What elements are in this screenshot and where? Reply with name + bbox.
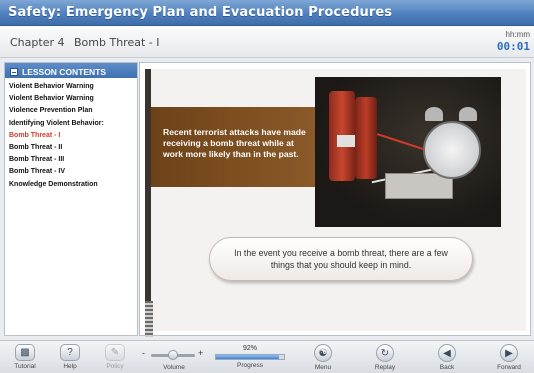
- volume-label: Volume: [163, 364, 185, 371]
- slide-stage: Recent terrorist attacks have made recei…: [145, 69, 526, 337]
- progress-label: Progress: [236, 362, 263, 369]
- lesson-item[interactable]: Bomb Threat - II: [9, 142, 137, 154]
- lesson-item-active[interactable]: Bomb Threat - I: [9, 130, 137, 142]
- lesson-title: Bomb Threat - I: [74, 36, 160, 49]
- policy-icon: ✎: [105, 344, 125, 361]
- lesson-item[interactable]: Violent Behavior Warning: [9, 93, 137, 105]
- lesson-item[interactable]: Identifying Violent Behavior:: [9, 118, 137, 130]
- progress-bar: [215, 354, 285, 360]
- help-icon: ?: [60, 344, 80, 361]
- forward-arrow-icon: ▶: [500, 344, 518, 362]
- policy-label: Policy: [106, 363, 124, 370]
- help-button[interactable]: ? Help: [55, 344, 85, 370]
- chapter-bar: Chapter 4 Bomb Threat - I hh:mm 00:01: [0, 26, 534, 58]
- window-title: Safety: Emergency Plan and Evacuation Pr…: [8, 5, 393, 20]
- callout-text: In the event you receive a bomb threat, …: [234, 248, 448, 270]
- replay-icon: ↻: [376, 344, 394, 362]
- lesson-item[interactable]: Bomb Threat - IV: [9, 166, 137, 178]
- back-button[interactable]: ◀ Back: [432, 344, 462, 371]
- menu-icon: ☯: [314, 344, 332, 362]
- menu-label: Menu: [314, 364, 332, 371]
- progress-indicator: 92% Progress: [214, 345, 286, 371]
- scroll-grip[interactable]: [145, 301, 153, 337]
- volume-plus[interactable]: +: [198, 348, 203, 358]
- replay-label: Replay: [374, 364, 396, 371]
- progress-fill: [216, 355, 279, 359]
- timer-label: hh:mm: [505, 30, 530, 39]
- alarm-clock-image: [423, 121, 481, 179]
- menu-button[interactable]: ☯ Menu: [308, 344, 338, 371]
- lesson-contents-header[interactable]: LESSON CONTENTS: [5, 63, 137, 78]
- slide-area: Recent terrorist attacks have made recei…: [139, 62, 531, 337]
- back-arrow-icon: ◀: [438, 344, 456, 362]
- bottom-toolbar: ▩ Tutorial ? Help ✎ Policy - + Volume 92…: [0, 340, 534, 373]
- volume-knob[interactable]: [168, 350, 178, 360]
- forward-label: Forward: [497, 364, 521, 371]
- chapter-label: Chapter 4: [10, 36, 65, 49]
- lesson-list: Violent Behavior Warning Violent Behavio…: [5, 78, 137, 191]
- progress-percent: 92%: [242, 345, 257, 352]
- intro-text: Recent terrorist attacks have made recei…: [163, 127, 306, 159]
- tutorial-label: Tutorial: [14, 363, 36, 370]
- collapse-icon[interactable]: [10, 67, 18, 76]
- replay-button[interactable]: ↻ Replay: [370, 344, 400, 371]
- timer-value: 00:01: [496, 40, 530, 53]
- lesson-contents-panel: LESSON CONTENTS Violent Behavior Warning…: [4, 62, 138, 336]
- bomb-photo: [315, 77, 501, 227]
- lesson-item[interactable]: Bomb Threat - III: [9, 154, 137, 166]
- app-window: Safety: Emergency Plan and Evacuation Pr…: [0, 0, 534, 373]
- intro-band: Recent terrorist attacks have made recei…: [151, 107, 315, 187]
- volume-control[interactable]: - + Volume: [142, 347, 206, 371]
- tutorial-icon: ▩: [15, 344, 35, 361]
- back-label: Back: [439, 364, 455, 371]
- lesson-item[interactable]: Violent Behavior Warning: [9, 81, 137, 93]
- lesson-contents-title: LESSON CONTENTS: [22, 66, 107, 77]
- title-bar: Safety: Emergency Plan and Evacuation Pr…: [0, 0, 534, 26]
- lesson-item[interactable]: Violence Prevention Plan: [9, 105, 137, 117]
- help-label: Help: [63, 363, 77, 370]
- tutorial-button[interactable]: ▩ Tutorial: [10, 344, 40, 370]
- volume-minus[interactable]: -: [142, 348, 145, 358]
- callout-bubble: In the event you receive a bomb threat, …: [209, 237, 473, 281]
- forward-button[interactable]: ▶ Forward: [492, 344, 526, 371]
- policy-button[interactable]: ✎ Policy: [100, 344, 130, 370]
- lesson-item[interactable]: Knowledge Demonstration: [9, 179, 137, 191]
